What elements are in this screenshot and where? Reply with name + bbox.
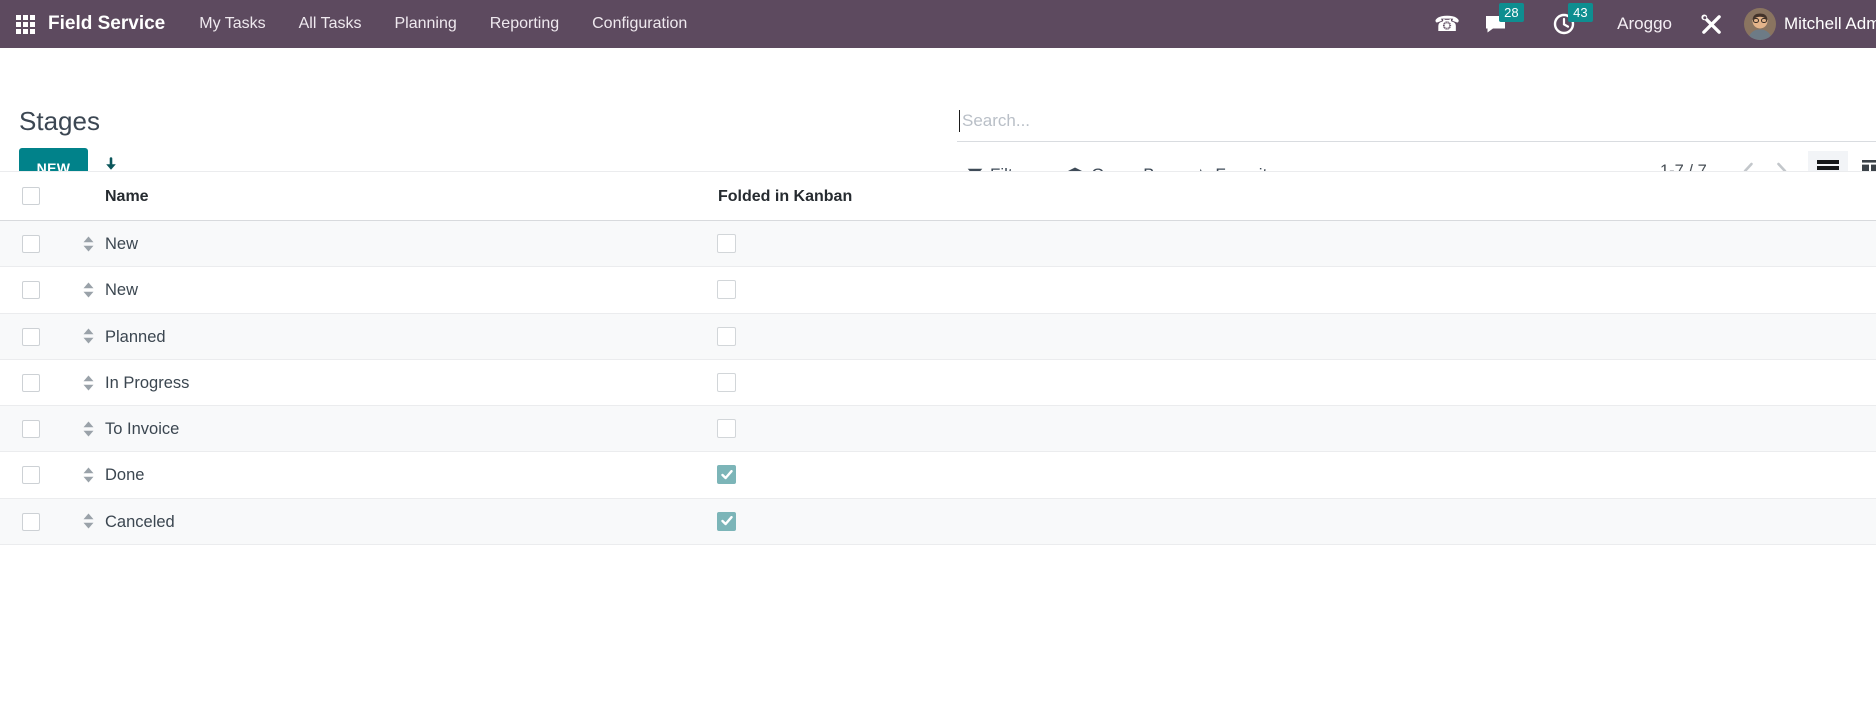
drag-handle-icon[interactable] <box>83 467 94 483</box>
folded-checkbox[interactable] <box>717 372 736 392</box>
messages-count-badge: 28 <box>1499 3 1524 22</box>
table-row[interactable]: Canceled <box>0 498 1876 546</box>
text-cursor <box>959 110 960 132</box>
user-name[interactable]: Mitchell Adm <box>1784 14 1876 34</box>
table-row[interactable]: In Progress <box>0 359 1876 407</box>
row-select-checkbox[interactable] <box>22 235 40 253</box>
menu-all-tasks[interactable]: All Tasks <box>299 15 362 33</box>
row-select-checkbox[interactable] <box>22 327 40 346</box>
menu-configuration[interactable]: Configuration <box>592 15 687 33</box>
drag-handle-icon[interactable] <box>83 328 94 344</box>
folded-checkbox[interactable] <box>717 419 736 439</box>
avatar-image <box>1744 8 1776 40</box>
stages-list-view: Name Folded in Kanban New New Planned In… <box>0 171 1876 546</box>
row-select-checkbox[interactable] <box>22 420 40 439</box>
drag-handle-icon[interactable] <box>83 375 94 391</box>
app-name[interactable]: Field Service <box>48 13 165 35</box>
menu-my-tasks[interactable]: My Tasks <box>199 15 265 33</box>
stage-name[interactable]: Canceled <box>105 499 175 545</box>
navbar-systray: ☎ 28 43 Aroggo Mitchell Adm <box>1434 0 1876 48</box>
folded-checkbox[interactable] <box>717 234 736 253</box>
drag-handle-icon[interactable] <box>83 513 94 529</box>
table-row[interactable]: New <box>0 221 1876 268</box>
page-title: Stages <box>19 106 100 136</box>
user-avatar[interactable] <box>1744 8 1776 40</box>
top-navbar: Field Service My Tasks All Tasks Plannin… <box>0 0 1876 48</box>
menu-reporting[interactable]: Reporting <box>490 15 559 33</box>
drag-handle-icon[interactable] <box>83 236 94 252</box>
activities-button[interactable]: 43 <box>1553 3 1593 35</box>
table-body: New New Planned In Progress To Invoice D… <box>0 221 1876 546</box>
stage-name[interactable]: To Invoice <box>105 406 179 452</box>
folded-checkbox[interactable] <box>717 511 736 531</box>
stage-name[interactable]: New <box>105 221 138 267</box>
stage-name[interactable]: In Progress <box>105 360 189 406</box>
menu-planning[interactable]: Planning <box>394 15 456 33</box>
folded-checkbox[interactable] <box>717 465 736 485</box>
row-select-checkbox[interactable] <box>22 466 40 485</box>
table-row[interactable]: To Invoice <box>0 406 1876 453</box>
search-placeholder: Search... <box>962 111 1031 130</box>
table-row[interactable]: New <box>0 267 1876 314</box>
folded-checkbox[interactable] <box>717 280 736 300</box>
company-switcher[interactable]: Aroggo <box>1617 14 1672 34</box>
row-select-checkbox[interactable] <box>22 281 40 300</box>
tools-wrench-icon <box>1701 13 1721 34</box>
control-panel: Stages Search... NEW Filters Group <box>0 48 1876 191</box>
voip-phone-icon[interactable]: ☎ <box>1434 14 1460 35</box>
stage-name[interactable]: Done <box>105 452 144 498</box>
table-header-row: Name Folded in Kanban <box>0 172 1876 221</box>
select-all-checkbox[interactable] <box>22 187 40 205</box>
stage-name[interactable]: New <box>105 267 138 313</box>
messages-button[interactable]: 28 <box>1484 3 1524 35</box>
stage-name[interactable]: Planned <box>105 314 166 360</box>
drag-handle-icon[interactable] <box>83 421 94 437</box>
table-row[interactable]: Done <box>0 452 1876 499</box>
column-header-folded-in-kanban[interactable]: Folded in Kanban <box>718 172 852 221</box>
main-menu: My Tasks All Tasks Planning Reporting Co… <box>199 15 687 33</box>
row-select-checkbox[interactable] <box>22 373 40 392</box>
activities-count-badge: 43 <box>1568 3 1593 22</box>
list-view-icon <box>1817 160 1839 164</box>
apps-grid-icon[interactable] <box>16 14 35 34</box>
debug-tools-button[interactable] <box>1700 13 1723 36</box>
folded-checkbox[interactable] <box>717 326 736 346</box>
search-input[interactable]: Search... <box>957 101 1876 142</box>
row-select-checkbox[interactable] <box>22 512 40 531</box>
column-header-name[interactable]: Name <box>105 172 149 221</box>
table-row[interactable]: Planned <box>0 313 1876 360</box>
drag-handle-icon[interactable] <box>83 282 94 298</box>
